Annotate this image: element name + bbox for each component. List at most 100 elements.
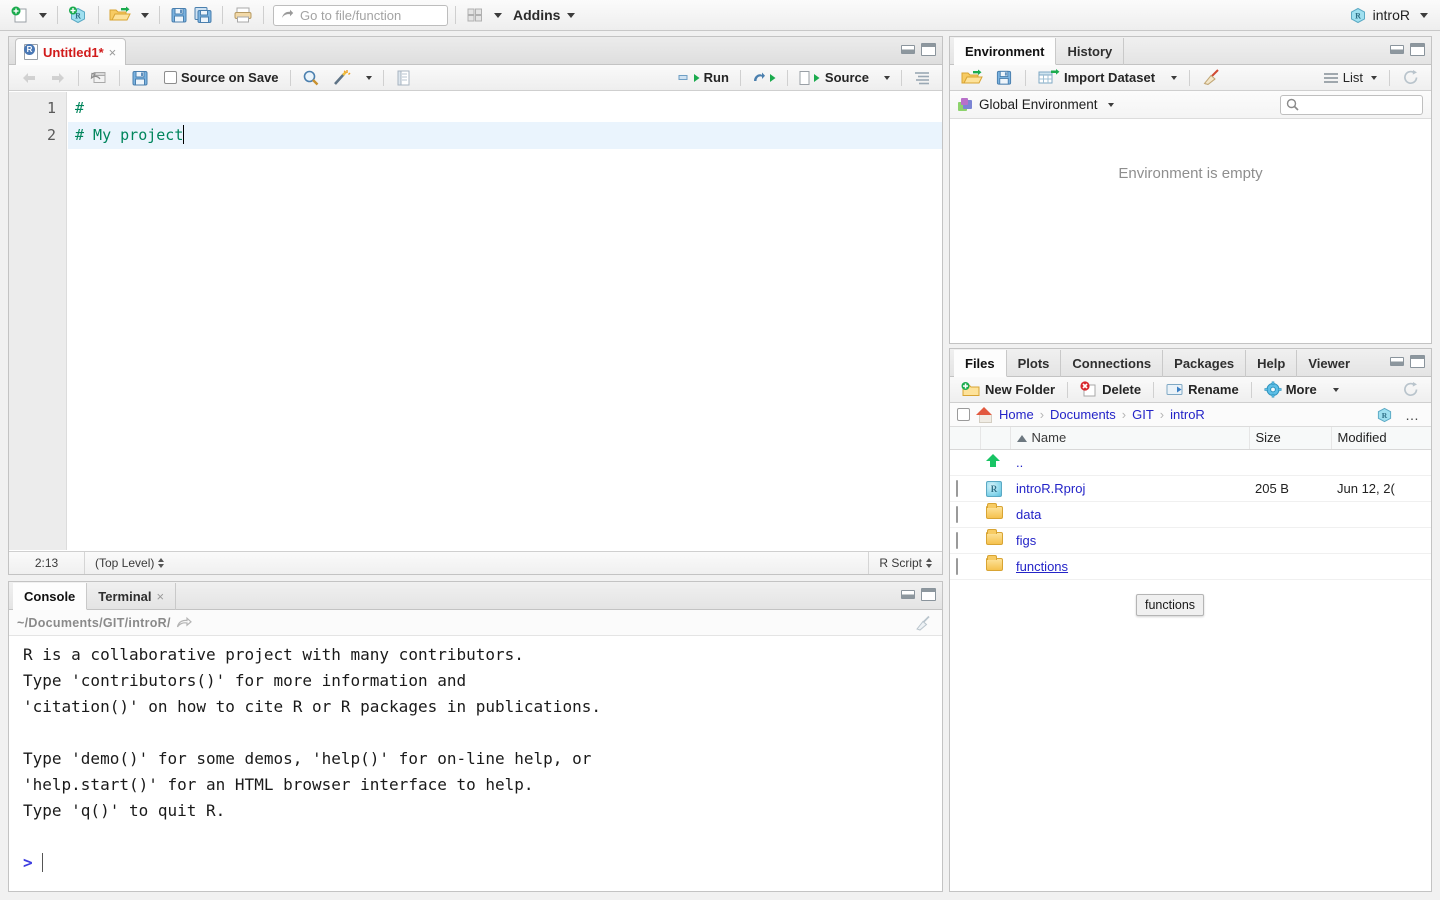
source-save-button[interactable] xyxy=(126,67,154,88)
close-icon[interactable]: × xyxy=(157,589,165,604)
minimize-icon[interactable] xyxy=(1390,45,1404,54)
row-name-cell[interactable]: figs xyxy=(1010,527,1249,554)
environment-view-button[interactable]: List xyxy=(1318,67,1382,88)
tab-console[interactable]: Console xyxy=(13,583,88,610)
goto-file-function-box[interactable]: Go to file/function xyxy=(273,4,448,26)
save-all-button[interactable] xyxy=(191,3,215,27)
column-size[interactable]: Size xyxy=(1249,427,1332,450)
rename-button[interactable]: Rename xyxy=(1161,379,1244,400)
code-tools-button[interactable] xyxy=(326,67,356,88)
project-menu[interactable]: R introR xyxy=(1345,3,1432,27)
find-replace-button[interactable] xyxy=(297,67,325,88)
tab-packages[interactable]: Packages xyxy=(1163,350,1247,377)
print-button[interactable] xyxy=(230,3,256,27)
refresh-environment-button[interactable] xyxy=(1397,67,1425,88)
scope-selector[interactable]: (Top Level) xyxy=(85,552,174,574)
breadcrumb-git[interactable]: GIT xyxy=(1132,407,1154,422)
file-name[interactable]: functions xyxy=(1016,559,1068,574)
breadcrumb-overflow[interactable]: … xyxy=(1401,407,1424,423)
maximize-icon[interactable] xyxy=(921,588,936,601)
tab-viewer[interactable]: Viewer xyxy=(1297,350,1361,377)
addins-dropdown[interactable] xyxy=(560,3,578,27)
breadcrumb-documents[interactable]: Documents xyxy=(1050,407,1116,422)
column-name[interactable]: Name xyxy=(1010,427,1250,450)
up-one-level-icon[interactable] xyxy=(986,453,1000,468)
minimize-icon[interactable] xyxy=(901,590,915,599)
tab-environment[interactable]: Environment xyxy=(954,38,1057,65)
row-name-cell[interactable]: data xyxy=(1010,501,1249,528)
row-checkbox[interactable] xyxy=(956,505,958,523)
file-name[interactable]: figs xyxy=(1016,533,1036,548)
source-back-button[interactable] xyxy=(15,67,43,88)
code-line[interactable]: # xyxy=(68,95,942,122)
compile-report-button[interactable] xyxy=(390,67,416,88)
rerun-button[interactable] xyxy=(747,67,781,88)
code-editor[interactable]: 1 2 # # My project xyxy=(9,92,942,550)
column-modified[interactable]: Modified xyxy=(1331,427,1431,450)
minimize-icon[interactable] xyxy=(901,45,915,54)
tab-files[interactable]: Files xyxy=(954,350,1007,377)
pane-layout-dropdown[interactable] xyxy=(487,3,505,27)
tab-history[interactable]: History xyxy=(1056,38,1125,65)
source-forward-button[interactable] xyxy=(44,67,72,88)
import-dataset-button[interactable]: Import Dataset xyxy=(1033,67,1160,88)
save-button[interactable] xyxy=(167,3,191,27)
import-dataset-dropdown[interactable] xyxy=(1162,67,1182,88)
pane-layout-button[interactable] xyxy=(463,3,487,27)
open-file-button[interactable] xyxy=(106,3,134,27)
select-all-checkbox[interactable] xyxy=(957,408,970,421)
new-folder-button[interactable]: New Folder xyxy=(956,379,1060,400)
code-line-current[interactable]: # My project xyxy=(68,122,942,149)
breadcrumb-home[interactable]: Home xyxy=(999,407,1034,422)
row-checkbox[interactable] xyxy=(956,531,958,549)
console-prompt-line[interactable]: > xyxy=(23,850,932,876)
maximize-icon[interactable] xyxy=(1410,355,1425,368)
breadcrumb-intror[interactable]: introR xyxy=(1170,407,1205,422)
table-row[interactable]: R introR.Rproj 205 B Jun 12, 2( xyxy=(950,475,1431,502)
new-file-button[interactable] xyxy=(8,3,32,27)
clear-environment-button[interactable] xyxy=(1197,67,1227,88)
run-button[interactable]: Run xyxy=(673,67,734,88)
tab-connections[interactable]: Connections xyxy=(1061,350,1164,377)
file-name[interactable]: introR.Rproj xyxy=(1016,481,1085,496)
home-icon[interactable] xyxy=(976,407,993,423)
row-name-cell[interactable]: .. xyxy=(1010,449,1249,476)
row-name-cell[interactable]: functions xyxy=(1010,553,1249,580)
new-file-dropdown[interactable] xyxy=(32,3,50,27)
minimize-icon[interactable] xyxy=(1390,357,1404,366)
delete-button[interactable]: Delete xyxy=(1075,379,1146,400)
row-checkbox[interactable] xyxy=(956,557,958,575)
maximize-icon[interactable] xyxy=(921,43,936,56)
save-workspace-button[interactable] xyxy=(990,67,1018,88)
source-dropdown[interactable] xyxy=(875,67,895,88)
rproject-cube-icon[interactable]: R xyxy=(1376,407,1393,423)
tab-terminal[interactable]: Terminal × xyxy=(87,583,177,610)
console-output[interactable]: R is a collaborative project with many c… xyxy=(9,636,942,891)
broom-clear-icon[interactable] xyxy=(914,615,934,631)
file-name[interactable]: data xyxy=(1016,507,1041,522)
table-row[interactable]: functions xyxy=(950,553,1431,580)
tab-help[interactable]: Help xyxy=(1246,350,1298,377)
new-project-button[interactable]: R xyxy=(65,3,91,27)
file-name[interactable]: .. xyxy=(1016,455,1023,470)
document-outline-button[interactable] xyxy=(908,67,936,88)
source-button[interactable]: Source xyxy=(794,67,874,88)
source-tab-untitled1[interactable]: Untitled1* × xyxy=(15,38,127,65)
source-on-save-checkbox[interactable]: Source on Save xyxy=(159,67,284,88)
load-workspace-button[interactable] xyxy=(956,67,988,88)
checkbox-icon[interactable] xyxy=(164,71,177,84)
working-directory[interactable]: ~/Documents/GIT/introR/ xyxy=(17,616,171,630)
row-checkbox[interactable] xyxy=(956,479,958,497)
code-text-area[interactable]: # # My project xyxy=(68,92,942,550)
table-row[interactable]: .. xyxy=(950,449,1431,476)
tab-plots[interactable]: Plots xyxy=(1007,350,1062,377)
more-dropdown[interactable] xyxy=(1324,379,1344,400)
maximize-icon[interactable] xyxy=(1410,43,1425,56)
open-file-dropdown[interactable] xyxy=(134,3,152,27)
close-icon[interactable]: × xyxy=(109,45,117,60)
row-name-cell[interactable]: introR.Rproj xyxy=(1010,475,1249,502)
table-row[interactable]: data xyxy=(950,501,1431,528)
code-tools-dropdown[interactable] xyxy=(357,67,377,88)
refresh-files-button[interactable] xyxy=(1397,379,1425,400)
open-in-window-icon[interactable] xyxy=(176,616,192,629)
